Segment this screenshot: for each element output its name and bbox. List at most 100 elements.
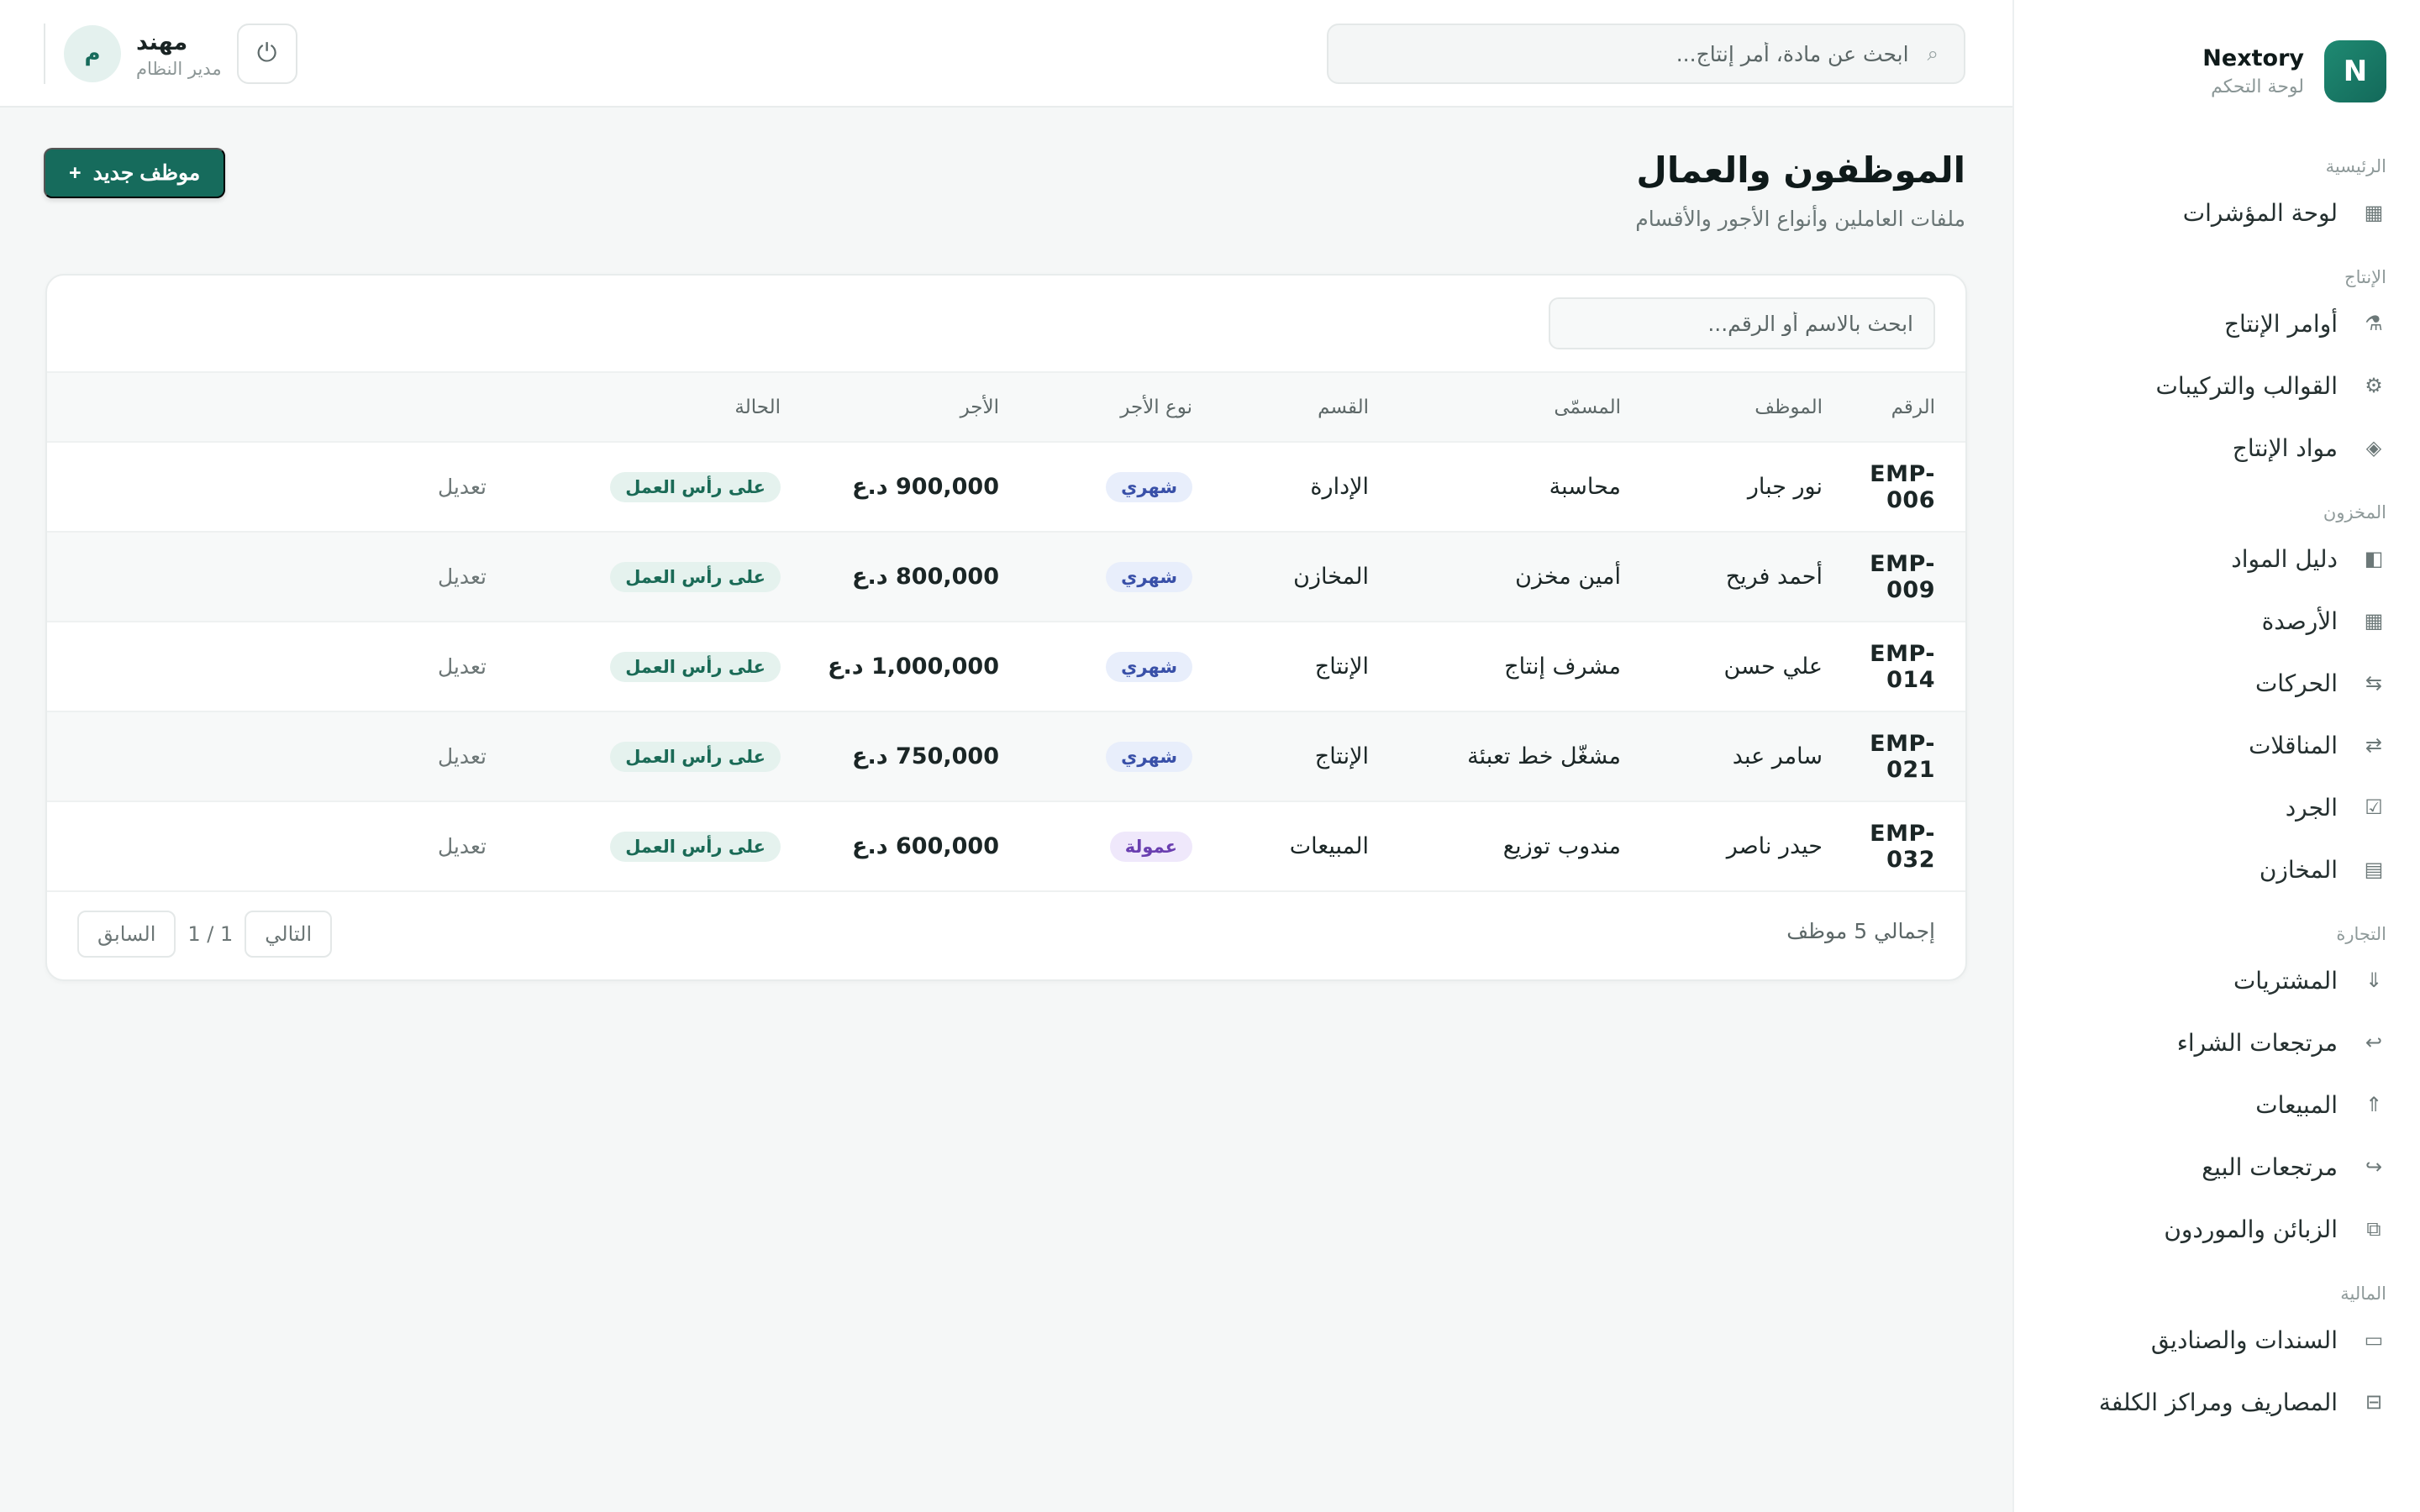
table-cell: شهري (999, 622, 1192, 711)
brand-name: Nextory (2202, 45, 2304, 71)
sidebar-item[interactable]: ⇓ المشتريات (2048, 949, 2395, 1011)
sidebar-item[interactable]: ↪ مرتجعات البيع (2048, 1136, 2395, 1198)
sidebar-item[interactable]: ⚗ أوامر الإنتاج (2048, 292, 2395, 354)
column-header: نوع الأجر (999, 373, 1192, 443)
sidebar-item-label: مواد الإنتاج (2232, 433, 2338, 462)
table-row[interactable]: EMP-021 سامر عبد مشغّل خط تعبئة الإنتاج شهري… (47, 711, 1965, 801)
sidebar-section: الإنتاج ⚗ أوامر الإنتاج ⚙ القوالب والتركيبات… (2014, 267, 2420, 479)
table-footer: إجمالي 5 موظف التالي 1 / 1 السابق (47, 887, 1965, 979)
table-row[interactable]: EMP-032 حيدر ناصر مندوب توزيع المبيعات عمولة… (47, 801, 1965, 891)
sidebar-item[interactable]: ▤ المخازن (2048, 838, 2395, 900)
prev-page-button[interactable]: السابق (77, 911, 176, 958)
sidebar-item-label: المصاريف ومراكز الكلفة (2098, 1388, 2338, 1416)
table-cell: EMP-021 (1823, 711, 1965, 801)
sidebar-item-icon: ☑ (2365, 795, 2383, 819)
wage-type-badge: شهري (1106, 741, 1192, 772)
sidebar-item-icon: ▭ (2364, 1328, 2384, 1352)
sidebar-item[interactable]: ⚙ القوالب والتركيبات (2048, 354, 2395, 417)
sidebar-section: المالية ▭ السندات والصناديق ⊟ المصاريف ومراك… (2014, 1284, 2420, 1433)
employees-card: الرقمالموظفالمسمّىالقسمنوع الأجرالأجرالح… (45, 274, 1967, 981)
sidebar-item[interactable]: ▦ لوحة المؤشرات (2048, 181, 2395, 244)
new-employee-button[interactable]: موظف جديد + (44, 148, 226, 198)
sidebar-item-label: المخازن (2259, 855, 2338, 884)
sidebar-item-label: الأرصدة (2261, 606, 2338, 635)
user-info: مهند مدير النظام (136, 29, 222, 79)
next-page-button[interactable]: التالي (245, 911, 333, 958)
total-count: إجمالي 5 موظف (1786, 919, 1935, 943)
employee-department: المبيعات (1289, 833, 1369, 859)
employee-code: EMP-021 (1870, 730, 1935, 783)
topbar-divider (44, 24, 45, 84)
table-cell: عمولة (999, 801, 1192, 891)
employee-department: الإنتاج (1314, 743, 1369, 769)
global-search-input[interactable] (1354, 41, 1909, 66)
table-cell: المبيعات (1192, 801, 1369, 891)
employee-name: حيدر ناصر (1726, 833, 1823, 859)
employees-table: الرقم الموظف المسمّى القسم نوع الأجر الأجر الح… (47, 373, 1965, 892)
sidebar-section: الرئيسية ▦ لوحة المؤشرات (2014, 156, 2420, 244)
avatar[interactable]: م (64, 25, 121, 82)
sidebar: N Nextory لوحة التحكم الرئيسية ▦ لوحة المؤ… (2012, 0, 2420, 1512)
sidebar-item-label: مرتجعات البيع (2202, 1152, 2338, 1181)
sidebar-item[interactable]: ◈ مواد الإنتاج (2048, 417, 2395, 479)
sidebar-item[interactable]: ▦ الأرصدة (2048, 590, 2395, 652)
sidebar-item-icon: ⧉ (2366, 1217, 2381, 1241)
topbar: ⌕ ⏻ مهند مدير النظام م (0, 0, 2012, 108)
edit-link[interactable]: تعديل (438, 564, 487, 589)
table-header: الرقم الموظف المسمّى القسم نوع الأجر الأجر الح… (47, 373, 1965, 443)
column-header: الموظف (1621, 373, 1823, 443)
logout-button[interactable]: ⏻ (236, 24, 297, 84)
sidebar-section-heading: المالية (2340, 1284, 2386, 1304)
sidebar-item[interactable]: ⇆ الحركات (2048, 652, 2395, 714)
sidebar-section-heading: الرئيسية (2325, 156, 2386, 176)
sidebar-item[interactable]: ▭ السندات والصناديق (2048, 1309, 2395, 1371)
employee-name: علي حسن (1723, 654, 1823, 680)
new-employee-button-label: موظف جديد (92, 161, 201, 185)
table-row[interactable]: EMP-009 أحمد فريح أمين مخزن المخازن شهري 800,… (47, 532, 1965, 622)
edit-link[interactable]: تعديل (438, 744, 487, 769)
wage-type-badge: شهري (1106, 561, 1192, 592)
column-header: الأجر (781, 373, 999, 443)
table-cell: EMP-014 (1823, 622, 1965, 711)
sidebar-item-icon: ⊟ (2365, 1390, 2383, 1414)
sidebar-item-label: القوالب والتركيبات (2155, 371, 2338, 400)
edit-link[interactable]: تعديل (438, 475, 487, 499)
wage-type-badge: شهري (1106, 471, 1192, 502)
employee-wage: 600,000 د.ع (852, 833, 999, 859)
search-icon: ⌕ (1927, 42, 1939, 66)
table-cell: على رأس العمل (562, 711, 781, 801)
table-row[interactable]: EMP-014 علي حسن مشرف إنتاج الإنتاج شهري 1,000… (47, 622, 1965, 711)
sidebar-item-label: لوحة المؤشرات (2182, 198, 2338, 227)
table-body: EMP-006 نور جبار محاسبة الإدارة شهري 900,000 … (47, 442, 1965, 891)
employee-department: الإدارة (1310, 474, 1369, 500)
edit-link[interactable]: تعديل (438, 834, 487, 858)
table-cell: 800,000 د.ع (781, 532, 999, 622)
sidebar-item-icon: ▦ (2364, 609, 2384, 633)
sidebar-item[interactable]: ⇄ المناقلات (2048, 714, 2395, 776)
table-cell: مشرف إنتاج (1369, 622, 1621, 711)
table-cell: على رأس العمل (562, 801, 781, 891)
table-cell: المخازن (1192, 532, 1369, 622)
table-row[interactable]: EMP-006 نور جبار محاسبة الإدارة شهري 900,000 … (47, 442, 1965, 532)
sidebar-item[interactable]: ⧉ الزبائن والموردون (2048, 1198, 2395, 1260)
edit-link[interactable]: تعديل (438, 654, 487, 679)
global-search[interactable]: ⌕ (1327, 24, 1965, 84)
sidebar-item[interactable]: ⊟ المصاريف ومراكز الكلفة (2048, 1371, 2395, 1433)
sidebar-item-icon: ⚗ (2365, 312, 2383, 335)
sidebar-item-icon: ↩ (2365, 1031, 2383, 1054)
table-cell: تعديل (47, 801, 562, 891)
sidebar-item[interactable]: ◧ دليل المواد (2048, 528, 2395, 590)
employee-title: مشرف إنتاج (1504, 654, 1621, 680)
table-cell: الإدارة (1192, 442, 1369, 532)
sidebar-item[interactable]: ☑ الجرد (2048, 776, 2395, 838)
table-cell: تعديل (47, 442, 562, 532)
plus-icon: + (69, 160, 82, 185)
sidebar-item[interactable]: ⇑ المبيعات (2048, 1074, 2395, 1136)
table-search-input[interactable] (1549, 297, 1935, 349)
sidebar-item-label: دليل المواد (2231, 544, 2338, 573)
table-cell: شهري (999, 442, 1192, 532)
sidebar-item[interactable]: ↩ مرتجعات الشراء (2048, 1011, 2395, 1074)
brand[interactable]: N Nextory لوحة التحكم (2014, 0, 2420, 109)
table-cell: الإنتاج (1192, 622, 1369, 711)
employee-title: محاسبة (1549, 474, 1621, 500)
